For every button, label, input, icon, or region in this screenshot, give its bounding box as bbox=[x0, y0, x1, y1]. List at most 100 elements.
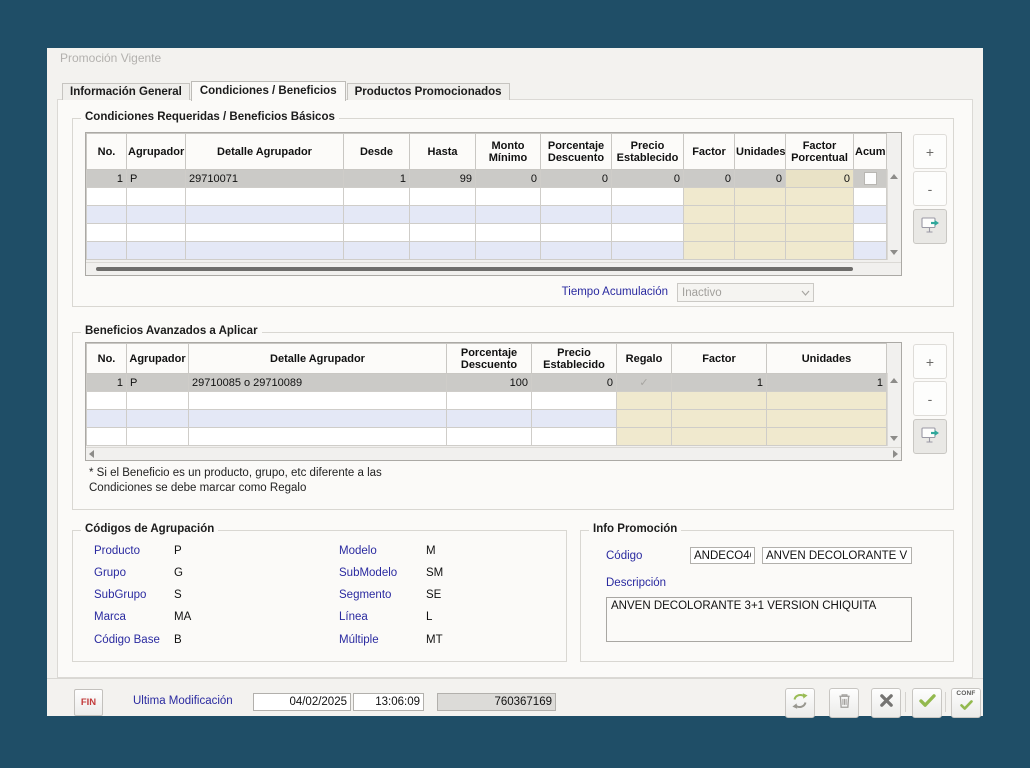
codigo-value-subgrupo: S bbox=[174, 589, 182, 601]
chevron-down-icon bbox=[797, 288, 813, 298]
scroll-left-icon[interactable] bbox=[89, 450, 94, 458]
groupbox-beneficios-avanzados: Beneficios Avanzados a Aplicar No. Agrup… bbox=[72, 332, 954, 510]
usuario-id-field[interactable] bbox=[437, 693, 556, 711]
grid-condiciones-empty-row[interactable] bbox=[87, 224, 887, 242]
descripcion-label: Descripción bbox=[606, 577, 666, 589]
hscroll-thumb[interactable] bbox=[96, 267, 853, 271]
codigo-label-multiple: Múltiple bbox=[339, 634, 379, 646]
codigo-value-linea: L bbox=[426, 611, 432, 623]
grid-beneficios-row-1[interactable]: 1 P 29710085 o 29710089 100 0 ✓ 1 1 bbox=[87, 374, 887, 392]
col-acum: Acum bbox=[854, 134, 887, 170]
codigo-label-segmento: Segmento bbox=[339, 589, 391, 601]
trash-icon bbox=[837, 692, 852, 714]
col-porcentaje-descuento: PorcentajeDescuento bbox=[447, 344, 532, 374]
codigo-label-modelo: Modelo bbox=[339, 545, 377, 557]
tab-productos-promocionados[interactable]: Productos Promocionados bbox=[347, 83, 510, 100]
grid-beneficios-hscrollbar[interactable] bbox=[86, 447, 901, 460]
footer-button-separator bbox=[905, 692, 906, 712]
codigo-value-producto: P bbox=[174, 545, 182, 557]
col-agrupador: Agrupador bbox=[127, 134, 186, 170]
col-detalle-agrupador: Detalle Agrupador bbox=[189, 344, 447, 374]
codigo-label-codigo-base: Código Base bbox=[94, 634, 160, 646]
grid-beneficios-header: No. Agrupador Detalle Agrupador Porcenta… bbox=[87, 344, 887, 374]
codigo-label-submodelo: SubModelo bbox=[339, 567, 397, 579]
col-factor: Factor bbox=[684, 134, 735, 170]
codigo-value-multiple: MT bbox=[426, 634, 443, 646]
grid-beneficios-send-button[interactable] bbox=[913, 419, 947, 454]
acum-checkbox[interactable] bbox=[864, 172, 877, 185]
grid-condiciones-send-button[interactable] bbox=[913, 209, 947, 244]
codigo-value-codigo-base: B bbox=[174, 634, 182, 646]
scroll-up-icon[interactable] bbox=[890, 378, 898, 383]
grid-condiciones-add-button[interactable]: + bbox=[913, 134, 947, 169]
codigo-input[interactable] bbox=[690, 547, 755, 564]
grid-condiciones-row-1[interactable]: 1 P 29710071 1 99 0 0 0 0 0 0 bbox=[87, 170, 887, 188]
refresh-button[interactable] bbox=[785, 688, 815, 718]
codigo-value-segmento: SE bbox=[426, 589, 441, 601]
grid-condiciones-remove-button[interactable]: - bbox=[913, 171, 947, 206]
fecha-modificacion-field[interactable] bbox=[253, 693, 351, 711]
scroll-down-icon[interactable] bbox=[890, 250, 898, 255]
codigo-label-marca: Marca bbox=[94, 611, 126, 623]
col-no: No. bbox=[87, 134, 127, 170]
grid-beneficios-vscrollbar[interactable] bbox=[887, 373, 901, 446]
scroll-up-icon[interactable] bbox=[890, 174, 898, 179]
confirm-button[interactable]: CONF bbox=[951, 688, 981, 718]
grid-beneficios-add-button[interactable]: + bbox=[913, 344, 947, 379]
grid-condiciones-hscrollbar[interactable] bbox=[86, 262, 901, 275]
col-unidades: Unidades bbox=[767, 344, 887, 374]
accept-button[interactable] bbox=[912, 688, 942, 718]
hora-modificacion-field[interactable] bbox=[353, 693, 424, 711]
close-x-icon bbox=[879, 693, 894, 713]
groupbox-beneficios-title: Beneficios Avanzados a Aplicar bbox=[81, 325, 262, 337]
scroll-right-icon[interactable] bbox=[893, 450, 898, 458]
col-precio-establecido: PrecioEstablecido bbox=[612, 134, 684, 170]
monitor-export-icon bbox=[920, 426, 940, 447]
codigo-label-grupo: Grupo bbox=[94, 567, 126, 579]
tab-informacion-general[interactable]: Información General bbox=[62, 83, 190, 100]
codigo-label-subgrupo: SubGrupo bbox=[94, 589, 146, 601]
tiempo-acumulacion-select[interactable]: Inactivo bbox=[677, 283, 814, 302]
fin-button[interactable]: FIN bbox=[74, 689, 103, 716]
grid-condiciones-empty-row[interactable] bbox=[87, 206, 887, 224]
ultima-modificacion-label: Ultima Modificación bbox=[133, 695, 233, 707]
regalo-checked-icon[interactable]: ✓ bbox=[639, 377, 648, 389]
grid-beneficios-empty-row[interactable] bbox=[87, 428, 887, 446]
grid-condiciones-empty-row[interactable] bbox=[87, 242, 887, 260]
refresh-icon bbox=[791, 692, 809, 715]
groupbox-codigos-title: Códigos de Agrupación bbox=[81, 523, 218, 535]
groupbox-condiciones-requeridas: Condiciones Requeridas / Beneficios Bási… bbox=[72, 118, 954, 307]
tiempo-acumulacion-label: Tiempo Acumulación bbox=[523, 286, 668, 298]
grid-beneficios-remove-button[interactable]: - bbox=[913, 381, 947, 416]
check-icon bbox=[919, 694, 936, 712]
grid-beneficios-empty-row[interactable] bbox=[87, 392, 887, 410]
window-title: Promoción Vigente bbox=[60, 51, 161, 65]
minus-icon: - bbox=[928, 391, 933, 407]
plus-icon: + bbox=[926, 144, 934, 160]
delete-button[interactable] bbox=[829, 688, 859, 718]
cancel-button[interactable] bbox=[871, 688, 901, 718]
regalo-note-line1: * Si el Beneficio es un producto, grupo,… bbox=[89, 467, 382, 479]
grid-beneficios-empty-row[interactable] bbox=[87, 410, 887, 428]
codigo-value-grupo: G bbox=[174, 567, 183, 579]
footer-separator bbox=[47, 678, 983, 679]
tab-strip: Información General Condiciones / Benefi… bbox=[62, 81, 511, 100]
nombre-promocion-input[interactable] bbox=[762, 547, 912, 564]
scroll-down-icon[interactable] bbox=[890, 436, 898, 441]
col-hasta: Hasta bbox=[410, 134, 476, 170]
grid-condiciones-empty-row[interactable] bbox=[87, 188, 887, 206]
grid-condiciones-header: No. Agrupador Detalle Agrupador Desde Ha… bbox=[87, 134, 887, 170]
groupbox-info-promocion: Info Promoción Código Descripción ANVEN … bbox=[580, 530, 954, 662]
col-factor: Factor bbox=[672, 344, 767, 374]
codigo-value-modelo: M bbox=[426, 545, 436, 557]
plus-icon: + bbox=[926, 354, 934, 370]
grid-condiciones-table: No. Agrupador Detalle Agrupador Desde Ha… bbox=[86, 133, 887, 260]
groupbox-condiciones-title: Condiciones Requeridas / Beneficios Bási… bbox=[81, 111, 339, 123]
monitor-export-icon bbox=[920, 216, 940, 237]
col-precio-establecido: PrecioEstablecido bbox=[532, 344, 617, 374]
grid-condiciones-vscrollbar[interactable] bbox=[887, 169, 901, 260]
col-porcentaje-descuento: PorcentajeDescuento bbox=[541, 134, 612, 170]
descripcion-textarea[interactable]: ANVEN DECOLORANTE 3+1 VERSION CHIQUITA bbox=[606, 597, 912, 642]
col-monto-minimo: MontoMínimo bbox=[476, 134, 541, 170]
tab-condiciones-beneficios[interactable]: Condiciones / Beneficios bbox=[191, 81, 346, 101]
